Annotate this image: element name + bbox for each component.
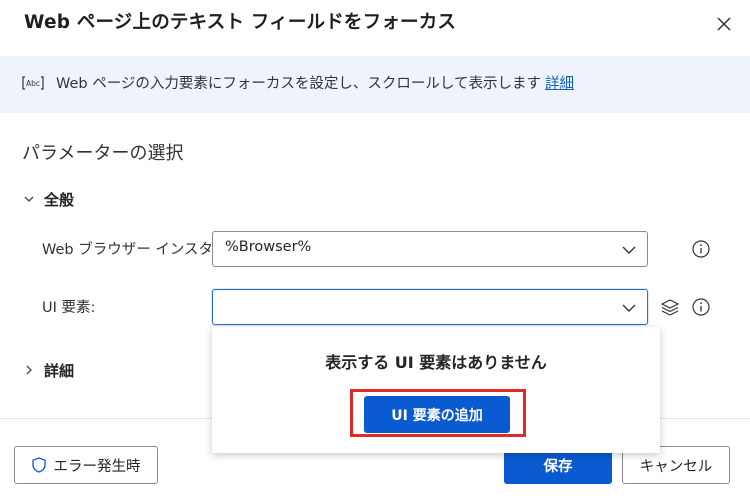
- banner-text: Web ページの入力要素にフォーカスを設定し、スクロールして表示します: [56, 76, 541, 92]
- on-error-label: エラー発生時: [53, 458, 141, 475]
- section-title: パラメーターの選択: [22, 143, 184, 164]
- on-error-button[interactable]: エラー発生時: [14, 446, 158, 484]
- empty-ui-elements-message: 表示する UI 要素はありません: [325, 353, 547, 372]
- ui-element-label: UI 要素:: [42, 300, 96, 316]
- browser-instance-select[interactable]: %Browser%: [212, 231, 648, 267]
- info-icon[interactable]: [692, 298, 710, 316]
- svg-text:Abc: Abc: [26, 79, 40, 88]
- details-link[interactable]: 詳細: [545, 76, 574, 92]
- add-ui-element-button[interactable]: UI 要素の追加: [364, 396, 510, 433]
- chevron-right-icon: [26, 365, 32, 375]
- layers-icon[interactable]: [660, 298, 680, 318]
- chevron-down-icon: [622, 304, 636, 312]
- close-icon: [717, 17, 731, 31]
- ui-element-select[interactable]: [212, 289, 648, 325]
- shield-icon: [31, 457, 46, 473]
- dialog-title: Web ページ上のテキスト フィールドをフォーカス: [24, 12, 457, 33]
- close-button[interactable]: [708, 8, 740, 40]
- browser-instance-value: %Browser%: [225, 239, 312, 255]
- text-field-icon: Abc: [22, 76, 44, 90]
- info-banner: Abc Web ページの入力要素にフォーカスを設定し、スクロールして表示します詳…: [0, 56, 750, 113]
- chevron-down-icon: [622, 246, 636, 254]
- chevron-down-icon: [24, 196, 34, 202]
- info-icon[interactable]: [692, 240, 710, 258]
- details-group-label: 詳細: [44, 361, 75, 380]
- general-group-toggle[interactable]: 全般: [24, 188, 74, 210]
- details-group-toggle[interactable]: 詳細: [24, 359, 74, 381]
- general-group-label: 全般: [44, 190, 75, 209]
- ui-element-dropdown: 表示する UI 要素はありません UI 要素の追加: [212, 327, 660, 453]
